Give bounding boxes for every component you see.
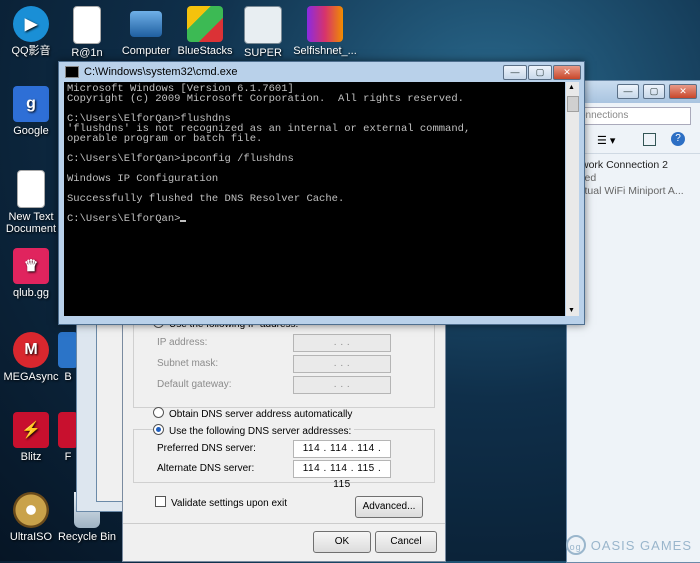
mega-icon: M [13, 332, 49, 368]
cmd-icon [65, 66, 79, 78]
dns-manual-radio[interactable] [153, 424, 164, 435]
qq-player-icon: ▶ [13, 6, 49, 42]
cmd-console[interactable]: Microsoft Windows [Version 6.1.7601] Cop… [64, 82, 565, 316]
app-icon [58, 332, 78, 368]
cmd-minimize-button[interactable]: — [503, 65, 527, 80]
adapter-name: work Connection 2 [581, 159, 668, 171]
desktop-icon-new-text-document[interactable]: New Text Document [0, 170, 62, 235]
desktop-icon-label: BlueStacks [177, 45, 233, 57]
desktop-icon-label: Recycle Bin [57, 531, 117, 543]
desktop-icon-label: New Text Document [5, 211, 57, 235]
default-gateway-label: Default gateway: [157, 379, 232, 390]
watermark-text: OASIS GAMES [590, 537, 692, 553]
oasis-games-watermark: og OASIS GAMES [565, 535, 692, 555]
ipv4-properties-dialog[interactable]: Use the following IP address: IP address… [122, 300, 446, 562]
maximize-button[interactable]: ▢ [643, 84, 665, 99]
validate-settings-label: Validate settings upon exit [171, 498, 288, 509]
desktop-icon-qq[interactable]: ▶ QQ影音 [0, 6, 62, 57]
scroll-down-arrow-icon[interactable]: ▼ [568, 307, 575, 314]
alternate-dns-label: Alternate DNS server: [157, 463, 255, 474]
subnet-mask-field[interactable]: . . . [293, 355, 391, 373]
cmd-scrollbar-thumb[interactable] [567, 96, 579, 112]
preview-pane-icon[interactable] [643, 133, 656, 146]
computer-icon [130, 11, 162, 37]
adapter-device: rtual WiFi Miniport A... [581, 185, 684, 197]
search-box[interactable]: onnections [579, 107, 691, 125]
blitz-icon: ⚡ [13, 412, 49, 448]
ip-address-label: IP address: [157, 337, 208, 348]
default-gateway-field[interactable]: . . . [293, 376, 391, 394]
desktop-icon-label: MEGAsync [3, 371, 59, 383]
dns-auto-label: Obtain DNS server address automatically [169, 409, 353, 420]
desktop-icon-ultraiso[interactable]: UltraISO [0, 492, 62, 543]
desktop-icon-label: R@1n [71, 47, 103, 59]
google-icon: g [13, 86, 49, 122]
desktop-icon-megasync[interactable]: M MEGAsync [0, 332, 62, 383]
desktop-icon-r1n[interactable]: R@1n [56, 6, 118, 59]
validate-settings-option[interactable]: Validate settings upon exit [155, 496, 287, 509]
cmd-cursor [180, 220, 187, 222]
alternate-dns-field[interactable]: 114 . 114 . 115 . 115 [293, 460, 391, 490]
help-icon[interactable]: ? [671, 132, 685, 146]
window-titlebar: — ▢ ✕ [567, 81, 700, 103]
cmd-title: C:\Windows\system32\cmd.exe [84, 66, 238, 78]
dialog-divider [123, 523, 445, 524]
desktop-icon-label: UltraISO [9, 531, 53, 543]
app-icon [58, 412, 78, 448]
desktop-icon-label: Selfishnet_... [293, 45, 357, 57]
scroll-up-arrow-icon[interactable]: ▲ [568, 84, 575, 91]
cancel-button[interactable]: Cancel [375, 531, 437, 553]
preferred-dns-label: Preferred DNS server: [157, 443, 256, 454]
search-placeholder: onnections [580, 110, 629, 121]
validate-settings-checkbox[interactable] [155, 496, 166, 507]
preferred-dns-field[interactable]: 114 . 114 . 114 . 114 [293, 440, 391, 470]
file-icon [73, 6, 101, 44]
desktop-icon-blitz[interactable]: ⚡ Blitz [0, 412, 62, 463]
bluestacks-icon [187, 6, 223, 42]
desktop-icon-bluestacks[interactable]: BlueStacks [174, 6, 236, 57]
cmd-window[interactable]: C:\Windows\system32\cmd.exe — ▢ ✕ Micros… [58, 61, 585, 325]
cmd-maximize-button[interactable]: ▢ [528, 65, 552, 80]
desktop-icon-qlub[interactable]: ♛ qlub.gg [0, 248, 62, 299]
network-connections-window[interactable]: — ▢ ✕ onnections ☰ ▾ ? work Connection 2… [566, 80, 700, 563]
adapter-status: red [581, 172, 597, 184]
cmd-scrollbar[interactable]: ▲ ▼ [566, 82, 579, 316]
qlub-icon: ♛ [13, 248, 49, 284]
dns-auto-radio[interactable] [153, 407, 164, 418]
advanced-button[interactable]: Advanced... [355, 496, 423, 518]
desktop-icon-label: QQ影音 [11, 45, 51, 57]
super-icon [244, 6, 282, 44]
adapter-item[interactable]: work Connection 2 red rtual WiFi Minipor… [581, 159, 684, 198]
disc-icon [13, 492, 49, 528]
dns-manual-option[interactable]: Use the following DNS server addresses: [153, 424, 355, 437]
subnet-mask-label: Subnet mask: [157, 358, 219, 369]
cmd-close-button[interactable]: ✕ [553, 65, 581, 80]
desktop-icon-super[interactable]: SUPER [232, 6, 294, 59]
desktop-icon-label: qlub.gg [12, 287, 50, 299]
desktop-icon-label: Google [13, 125, 49, 137]
dns-auto-option[interactable]: Obtain DNS server address automatically [153, 407, 352, 420]
oasis-games-logo-icon: og [565, 535, 586, 555]
ip-address-field[interactable]: . . . [293, 334, 391, 352]
close-button[interactable]: ✕ [669, 84, 697, 99]
view-options-icon[interactable]: ☰ ▾ [597, 134, 615, 147]
toolbar: ☰ ▾ ? [567, 129, 700, 154]
desktop-icon-label: SUPER [244, 47, 282, 59]
archive-icon [307, 6, 343, 42]
cmd-output: Microsoft Windows [Version 6.1.7601] Cop… [67, 83, 471, 225]
desktop-icon-label: Blitz [20, 451, 42, 463]
ok-button[interactable]: OK [313, 531, 371, 553]
desktop-icon-computer[interactable]: Computer [115, 6, 177, 57]
desktop-icon-selfishnet[interactable]: Selfishnet_... [290, 6, 360, 57]
dns-manual-label: Use the following DNS server addresses: [169, 426, 352, 437]
desktop-icon-google[interactable]: g Google [0, 86, 62, 137]
text-document-icon [17, 170, 45, 208]
desktop-icon-label: Computer [121, 45, 171, 57]
minimize-button[interactable]: — [617, 84, 639, 99]
